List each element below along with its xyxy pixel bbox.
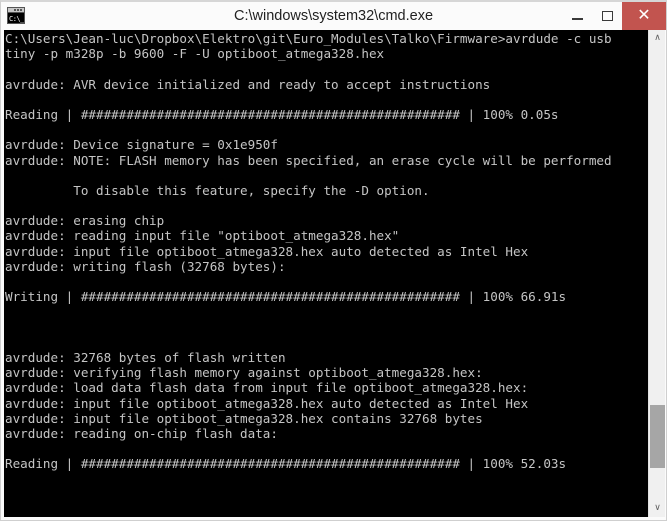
- window-controls: ✕: [562, 2, 666, 30]
- console-line: avrdude: input file optiboot_atmega328.h…: [5, 243, 529, 259]
- icon-prompt-text: C:\_: [8, 13, 24, 23]
- console-line: avrdude: writing flash (32768 bytes):: [5, 258, 286, 274]
- console-line: Writing | ##############################…: [5, 289, 567, 305]
- title-bar[interactable]: C:\_ C:\windows\system32\cmd.exe ✕: [1, 2, 666, 30]
- cmd-console-icon: C:\_: [7, 7, 25, 24]
- console-line: tiny -p m328p -b 9600 -F -U optiboot_atm…: [5, 46, 385, 62]
- console-line: avrdude: reading input file "optiboot_at…: [5, 228, 400, 244]
- maximize-button[interactable]: [592, 2, 622, 30]
- minimize-button[interactable]: [562, 2, 592, 30]
- console-line: avrdude: erasing chip: [5, 213, 165, 229]
- scrollbar-thumb[interactable]: [650, 404, 665, 469]
- icon-titlebar-strip: [8, 8, 24, 13]
- console-line: C:\Users\Jean-luc\Dropbox\Elektro\git\Eu…: [5, 31, 612, 46]
- scroll-up-arrow-icon[interactable]: ∧: [649, 30, 666, 47]
- console-line: Reading | ##############################…: [5, 106, 559, 122]
- console-line: avrdude: NOTE: FLASH memory has been spe…: [5, 152, 612, 168]
- console-line: Reading | ##############################…: [5, 456, 567, 472]
- console-output[interactable]: C:\Users\Jean-luc\Dropbox\Elektro\git\Eu…: [4, 30, 648, 517]
- cmd-window: C:\_ C:\windows\system32\cmd.exe ✕ C:\Us…: [0, 0, 667, 521]
- close-button[interactable]: ✕: [622, 2, 666, 30]
- vertical-scrollbar[interactable]: ∧ ∨: [648, 30, 665, 517]
- console-line: To disable this feature, specify the -D …: [5, 182, 430, 198]
- close-icon: ✕: [637, 7, 651, 24]
- console-line: avrdude: input file optiboot_atmega328.h…: [5, 395, 529, 411]
- console-line: avrdude: Device signature = 0x1e950f: [5, 137, 278, 153]
- console-line: avrdude: reading on-chip flash data:: [5, 425, 278, 441]
- console-line: avrdude: input file optiboot_atmega328.h…: [5, 410, 483, 426]
- maximize-icon: [601, 11, 613, 21]
- scroll-down-arrow-icon[interactable]: ∨: [649, 500, 666, 517]
- console-line: avrdude: load data flash data from input…: [5, 380, 529, 396]
- console-line: avrdude: 32768 bytes of flash written: [5, 349, 286, 365]
- minimize-icon: [571, 17, 583, 20]
- console-area: C:\Users\Jean-luc\Dropbox\Elektro\git\Eu…: [4, 30, 665, 517]
- console-line: avrdude: AVR device initialized and read…: [5, 76, 491, 92]
- console-line: avrdude: verifying flash memory against …: [5, 365, 483, 381]
